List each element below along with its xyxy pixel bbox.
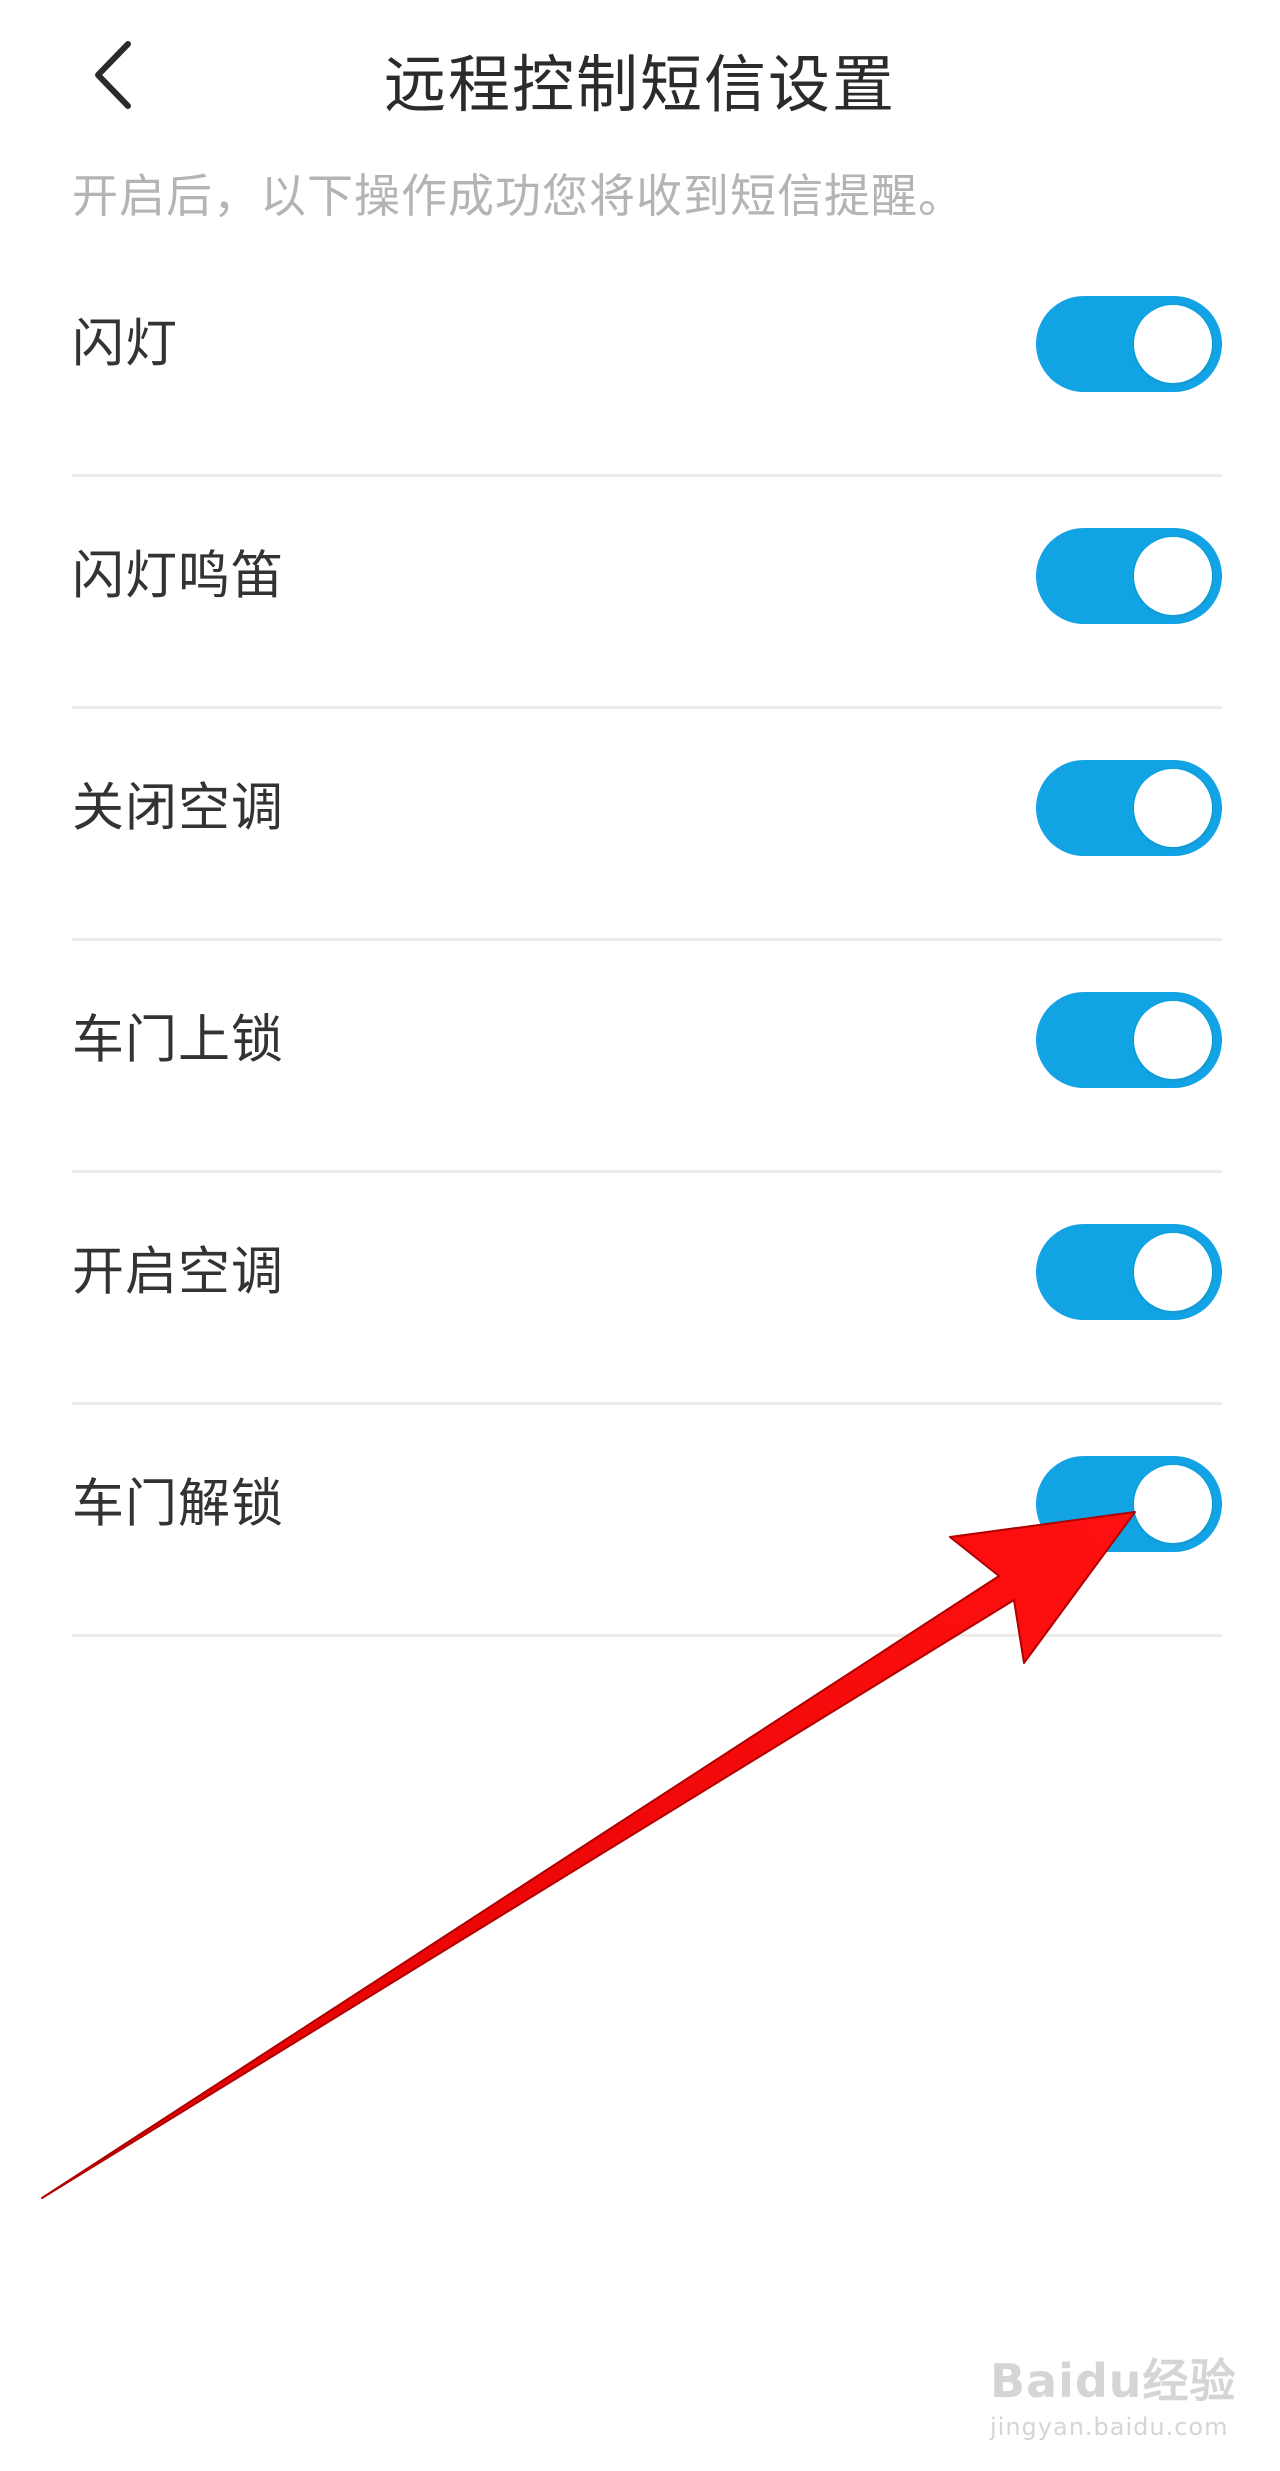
settings-list: 闪灯 闪灯鸣笛 关闭空调 车门上锁 开启空调 车门解锁 — [0, 245, 1280, 1637]
toggle-knob — [1134, 769, 1212, 847]
watermark-url: jingyan.baidu.com — [990, 2413, 1229, 2441]
setting-row-ac-off: 关闭空调 — [0, 709, 1280, 941]
toggle-knob — [1134, 1233, 1212, 1311]
toggle-switch-door-lock[interactable] — [1036, 992, 1222, 1088]
setting-row-door-lock: 车门上锁 — [0, 941, 1280, 1173]
setting-label: 车门上锁 — [72, 1010, 285, 1071]
toggle-switch-door-unlock[interactable] — [1036, 1456, 1222, 1552]
toggle-knob — [1134, 1001, 1212, 1079]
toggle-knob — [1134, 537, 1212, 615]
watermark-logo-text: Baidu经验 — [990, 2354, 1237, 2408]
toggle-switch-flash-lights[interactable] — [1036, 296, 1222, 392]
divider — [72, 1634, 1222, 1637]
setting-label: 闪灯 — [72, 314, 179, 375]
toggle-knob — [1134, 1465, 1212, 1543]
page-title: 远程控制短信设置 — [383, 48, 896, 121]
settings-description: 开启后，以下操作成功您将收到短信提醒。 — [72, 169, 965, 223]
setting-row-flash-lights: 闪灯 — [0, 245, 1280, 477]
setting-label: 闪灯鸣笛 — [72, 546, 285, 607]
setting-row-door-unlock: 车门解锁 — [0, 1405, 1280, 1637]
setting-row-ac-on: 开启空调 — [0, 1173, 1280, 1405]
setting-row-flash-horn: 闪灯鸣笛 — [0, 477, 1280, 709]
baidu-watermark: Baidu经验 jingyan.baidu.com — [990, 2345, 1250, 2455]
header-bar: 远程控制短信设置 — [0, 0, 1280, 150]
toggle-switch-flash-horn[interactable] — [1036, 528, 1222, 624]
setting-label: 车门解锁 — [72, 1474, 285, 1535]
toggle-switch-ac-on[interactable] — [1036, 1224, 1222, 1320]
toggle-switch-ac-off[interactable] — [1036, 760, 1222, 856]
setting-label: 关闭空调 — [72, 778, 285, 839]
toggle-knob — [1134, 305, 1212, 383]
setting-label: 开启空调 — [72, 1242, 285, 1303]
